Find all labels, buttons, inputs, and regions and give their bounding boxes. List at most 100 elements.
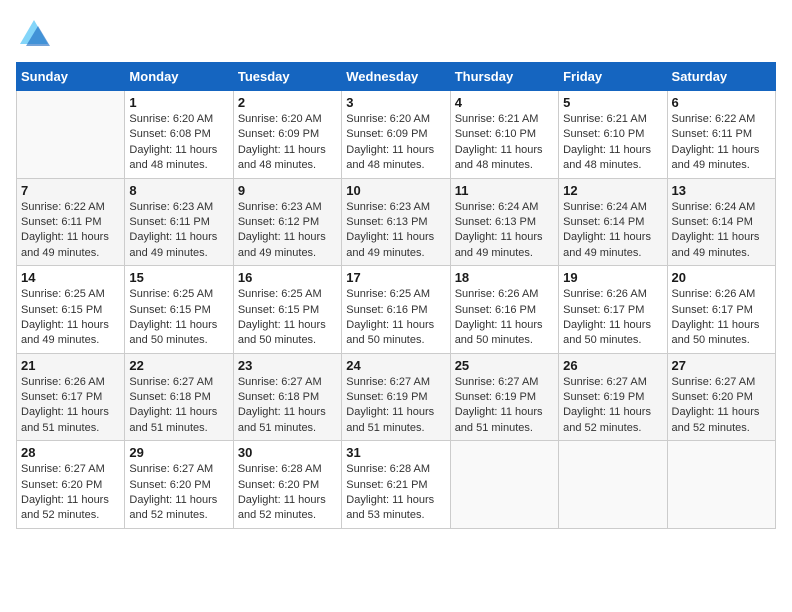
day-info: Sunrise: 6:25 AMSunset: 6:16 PMDaylight:…	[346, 287, 445, 349]
day-number: 5	[563, 95, 662, 110]
day-info: Sunrise: 6:24 AMSunset: 6:14 PMDaylight:…	[672, 200, 771, 262]
calendar-cell: 19 Sunrise: 6:26 AMSunset: 6:17 PMDayligh…	[559, 266, 667, 354]
calendar-cell: 21 Sunrise: 6:26 AMSunset: 6:17 PMDayligh…	[17, 353, 125, 441]
calendar-cell: 1 Sunrise: 6:20 AMSunset: 6:08 PMDaylight…	[125, 91, 233, 179]
day-info: Sunrise: 6:20 AMSunset: 6:09 PMDaylight:…	[346, 112, 445, 174]
day-number: 26	[563, 358, 662, 373]
day-info: Sunrise: 6:27 AMSunset: 6:20 PMDaylight:…	[21, 462, 120, 524]
calendar-cell: 17 Sunrise: 6:25 AMSunset: 6:16 PMDayligh…	[342, 266, 450, 354]
day-number: 9	[238, 183, 337, 198]
day-info: Sunrise: 6:28 AMSunset: 6:20 PMDaylight:…	[238, 462, 337, 524]
weekday-header-saturday: Saturday	[667, 63, 775, 91]
calendar-cell: 7 Sunrise: 6:22 AMSunset: 6:11 PMDaylight…	[17, 178, 125, 266]
logo-icon	[16, 16, 52, 52]
day-info: Sunrise: 6:24 AMSunset: 6:13 PMDaylight:…	[455, 200, 554, 262]
calendar-cell: 24Sunrise: 6:27 AMSunset: 6:19 PMDayligh…	[342, 353, 450, 441]
calendar-cell: 26 Sunrise: 6:27 AMSunset: 6:19 PMDayligh…	[559, 353, 667, 441]
day-number: 19	[563, 270, 662, 285]
calendar-cell: 29Sunrise: 6:27 AMSunset: 6:20 PMDayligh…	[125, 441, 233, 529]
day-number: 23	[238, 358, 337, 373]
calendar-cell: 23 Sunrise: 6:27 AMSunset: 6:18 PMDayligh…	[233, 353, 341, 441]
calendar-cell	[450, 441, 558, 529]
calendar-cell	[559, 441, 667, 529]
day-number: 21	[21, 358, 120, 373]
day-info: Sunrise: 6:20 AMSunset: 6:09 PMDaylight:…	[238, 112, 337, 174]
calendar-week-row: 21 Sunrise: 6:26 AMSunset: 6:17 PMDayligh…	[17, 353, 776, 441]
day-number: 24	[346, 358, 445, 373]
day-number: 4	[455, 95, 554, 110]
calendar-cell: 15 Sunrise: 6:25 AMSunset: 6:15 PMDayligh…	[125, 266, 233, 354]
day-info: Sunrise: 6:25 AMSunset: 6:15 PMDaylight:…	[129, 287, 228, 349]
day-number: 11	[455, 183, 554, 198]
calendar-cell	[17, 91, 125, 179]
day-info: Sunrise: 6:20 AMSunset: 6:08 PMDaylight:…	[129, 112, 228, 174]
day-number: 31	[346, 445, 445, 460]
logo	[16, 16, 56, 52]
day-number: 22	[129, 358, 228, 373]
calendar-cell: 3 Sunrise: 6:20 AMSunset: 6:09 PMDaylight…	[342, 91, 450, 179]
calendar-week-row: 14 Sunrise: 6:25 AMSunset: 6:15 PMDayligh…	[17, 266, 776, 354]
day-number: 14	[21, 270, 120, 285]
calendar-cell: 31Sunrise: 6:28 AMSunset: 6:21 PMDayligh…	[342, 441, 450, 529]
day-info: Sunrise: 6:23 AMSunset: 6:13 PMDaylight:…	[346, 200, 445, 262]
calendar-cell: 5Sunrise: 6:21 AMSunset: 6:10 PMDaylight…	[559, 91, 667, 179]
day-info: Sunrise: 6:22 AMSunset: 6:11 PMDaylight:…	[21, 200, 120, 262]
day-info: Sunrise: 6:21 AMSunset: 6:10 PMDaylight:…	[455, 112, 554, 174]
day-number: 18	[455, 270, 554, 285]
weekday-header-tuesday: Tuesday	[233, 63, 341, 91]
day-info: Sunrise: 6:27 AMSunset: 6:19 PMDaylight:…	[455, 375, 554, 437]
day-number: 12	[563, 183, 662, 198]
day-info: Sunrise: 6:27 AMSunset: 6:18 PMDaylight:…	[238, 375, 337, 437]
day-number: 7	[21, 183, 120, 198]
day-number: 2	[238, 95, 337, 110]
calendar-cell: 18 Sunrise: 6:26 AMSunset: 6:16 PMDayligh…	[450, 266, 558, 354]
day-number: 16	[238, 270, 337, 285]
page-header	[16, 16, 776, 52]
calendar-cell: 28Sunrise: 6:27 AMSunset: 6:20 PMDayligh…	[17, 441, 125, 529]
day-info: Sunrise: 6:25 AMSunset: 6:15 PMDaylight:…	[238, 287, 337, 349]
day-info: Sunrise: 6:26 AMSunset: 6:16 PMDaylight:…	[455, 287, 554, 349]
day-info: Sunrise: 6:27 AMSunset: 6:19 PMDaylight:…	[563, 375, 662, 437]
calendar-cell: 25 Sunrise: 6:27 AMSunset: 6:19 PMDayligh…	[450, 353, 558, 441]
day-info: Sunrise: 6:26 AMSunset: 6:17 PMDaylight:…	[21, 375, 120, 437]
day-number: 17	[346, 270, 445, 285]
calendar-cell: 9 Sunrise: 6:23 AMSunset: 6:12 PMDaylight…	[233, 178, 341, 266]
day-info: Sunrise: 6:26 AMSunset: 6:17 PMDaylight:…	[672, 287, 771, 349]
day-number: 1	[129, 95, 228, 110]
day-number: 15	[129, 270, 228, 285]
day-number: 20	[672, 270, 771, 285]
calendar-cell: 20 Sunrise: 6:26 AMSunset: 6:17 PMDayligh…	[667, 266, 775, 354]
day-info: Sunrise: 6:25 AMSunset: 6:15 PMDaylight:…	[21, 287, 120, 349]
weekday-header-thursday: Thursday	[450, 63, 558, 91]
day-info: Sunrise: 6:27 AMSunset: 6:20 PMDaylight:…	[672, 375, 771, 437]
day-number: 10	[346, 183, 445, 198]
day-info: Sunrise: 6:27 AMSunset: 6:18 PMDaylight:…	[129, 375, 228, 437]
weekday-header-sunday: Sunday	[17, 63, 125, 91]
weekday-header-friday: Friday	[559, 63, 667, 91]
calendar-cell: 4 Sunrise: 6:21 AMSunset: 6:10 PMDaylight…	[450, 91, 558, 179]
day-info: Sunrise: 6:27 AMSunset: 6:20 PMDaylight:…	[129, 462, 228, 524]
calendar-cell: 22 Sunrise: 6:27 AMSunset: 6:18 PMDayligh…	[125, 353, 233, 441]
calendar-cell: 12 Sunrise: 6:24 AMSunset: 6:14 PMDayligh…	[559, 178, 667, 266]
calendar-table: SundayMondayTuesdayWednesdayThursdayFrid…	[16, 62, 776, 529]
calendar-cell	[667, 441, 775, 529]
day-info: Sunrise: 6:26 AMSunset: 6:17 PMDaylight:…	[563, 287, 662, 349]
day-number: 3	[346, 95, 445, 110]
calendar-cell: 6 Sunrise: 6:22 AMSunset: 6:11 PMDaylight…	[667, 91, 775, 179]
calendar-week-row: 28Sunrise: 6:27 AMSunset: 6:20 PMDayligh…	[17, 441, 776, 529]
day-number: 13	[672, 183, 771, 198]
day-number: 30	[238, 445, 337, 460]
calendar-cell: 8Sunrise: 6:23 AMSunset: 6:11 PMDaylight…	[125, 178, 233, 266]
calendar-week-row: 1 Sunrise: 6:20 AMSunset: 6:08 PMDaylight…	[17, 91, 776, 179]
day-number: 25	[455, 358, 554, 373]
calendar-cell: 2 Sunrise: 6:20 AMSunset: 6:09 PMDaylight…	[233, 91, 341, 179]
day-number: 6	[672, 95, 771, 110]
calendar-cell: 30 Sunrise: 6:28 AMSunset: 6:20 PMDayligh…	[233, 441, 341, 529]
weekday-header-monday: Monday	[125, 63, 233, 91]
day-info: Sunrise: 6:23 AMSunset: 6:12 PMDaylight:…	[238, 200, 337, 262]
calendar-week-row: 7 Sunrise: 6:22 AMSunset: 6:11 PMDaylight…	[17, 178, 776, 266]
day-info: Sunrise: 6:22 AMSunset: 6:11 PMDaylight:…	[672, 112, 771, 174]
calendar-cell: 16 Sunrise: 6:25 AMSunset: 6:15 PMDayligh…	[233, 266, 341, 354]
calendar-cell: 11 Sunrise: 6:24 AMSunset: 6:13 PMDayligh…	[450, 178, 558, 266]
day-info: Sunrise: 6:24 AMSunset: 6:14 PMDaylight:…	[563, 200, 662, 262]
